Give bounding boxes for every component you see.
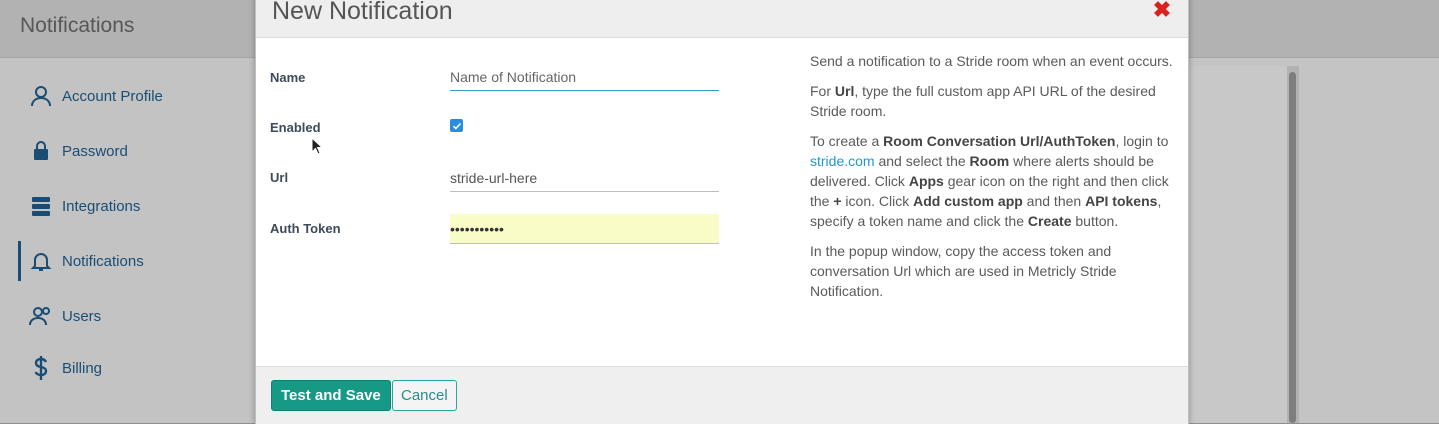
help-paragraph-3: To create a Room Conversation Url/AuthTo… xyxy=(810,133,1169,229)
stride-link[interactable]: stride.com xyxy=(810,153,875,169)
url-input[interactable] xyxy=(450,164,719,192)
enabled-label: Enabled xyxy=(270,120,321,135)
url-label: Url xyxy=(270,170,289,185)
help-paragraph-2: For Url, type the full custom app API UR… xyxy=(810,83,1156,119)
new-notification-dialog: New Notification ✖ Name Enabled Url Auth… xyxy=(255,0,1189,424)
help-paragraph-1: Send a notification to a Stride room whe… xyxy=(810,53,1173,69)
dialog-footer: Test and Save Cancel xyxy=(256,366,1188,424)
auth-token-input[interactable] xyxy=(450,214,719,244)
help-text: Send a notification to a Stride room whe… xyxy=(810,51,1174,311)
help-paragraph-4: In the popup window, copy the access tok… xyxy=(810,243,1117,299)
cancel-button[interactable]: Cancel xyxy=(392,380,457,411)
name-label: Name xyxy=(270,70,306,85)
dialog-header: New Notification ✖ xyxy=(256,0,1188,38)
name-input[interactable] xyxy=(450,63,719,91)
test-and-save-button[interactable]: Test and Save xyxy=(271,380,391,411)
dialog-title: New Notification xyxy=(272,0,453,25)
mouse-cursor-icon xyxy=(311,136,324,160)
enabled-checkbox[interactable] xyxy=(450,119,463,132)
auth-token-label: Auth Token xyxy=(270,221,341,236)
close-icon[interactable]: ✖ xyxy=(1150,0,1174,22)
checkmark-icon xyxy=(452,122,461,130)
